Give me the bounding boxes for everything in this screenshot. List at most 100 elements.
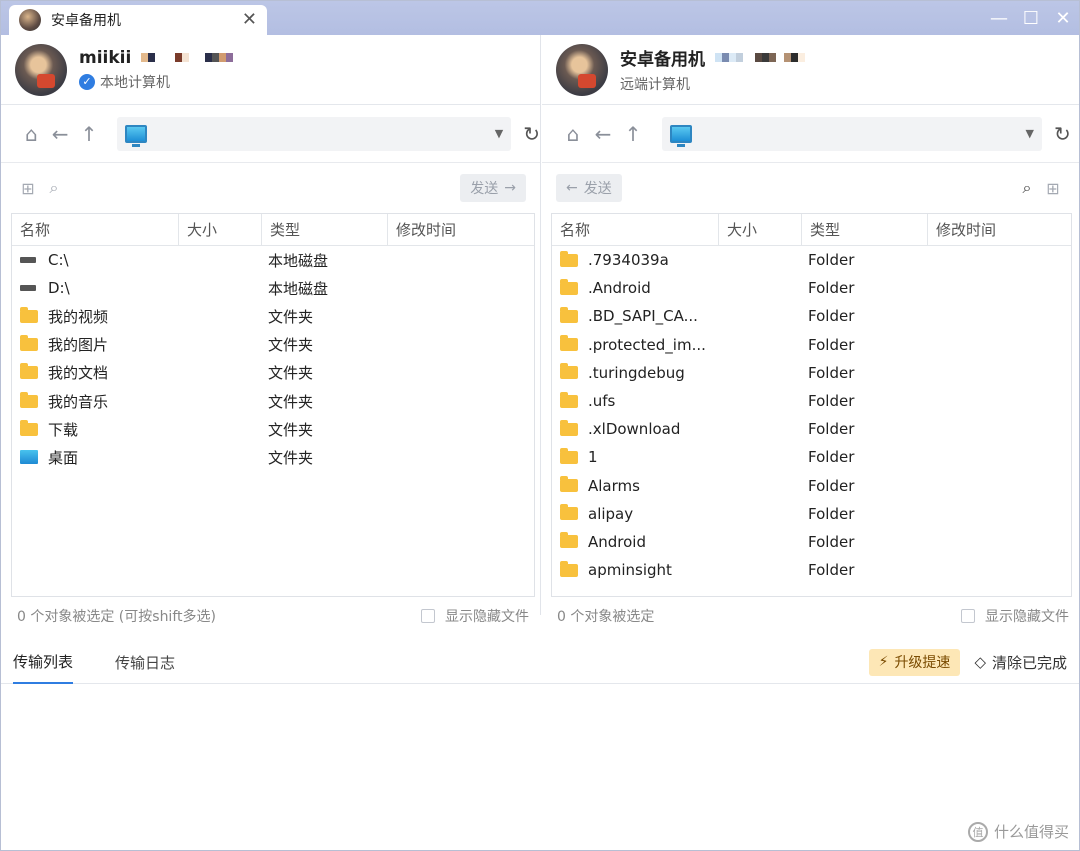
checkbox[interactable] (421, 609, 435, 623)
col-modified[interactable]: 修改时间 (388, 214, 534, 245)
file-type: Folder (808, 392, 855, 411)
send-button[interactable]: 发送 → (460, 174, 526, 202)
local-path-box[interactable]: ▼ (117, 116, 512, 151)
exit-icon[interactable]: ✕ (1047, 1, 1079, 35)
col-name[interactable]: 名称 (12, 214, 179, 245)
file-name: apminsight (588, 561, 672, 580)
table-row[interactable]: 下载 文件夹 (12, 415, 534, 443)
local-pane: miikii ✓ 本地计算机 ⌂ ← ↑ ▼ ↻ ⊞ ⌕ 发送 → 名称 大小 … (1, 35, 541, 625)
folder-icon (20, 363, 38, 380)
local-user-header: miikii ✓ 本地计算机 (1, 35, 540, 105)
table-row[interactable]: 我的图片 文件夹 (12, 331, 534, 359)
minimize-icon[interactable]: — (983, 1, 1015, 35)
table-row[interactable]: D:\ 本地磁盘 (12, 274, 534, 302)
col-size[interactable]: 大小 (179, 214, 262, 245)
table-row[interactable]: C:\ 本地磁盘 (12, 246, 534, 274)
file-type: Folder (808, 476, 855, 495)
col-type[interactable]: 类型 (262, 214, 388, 245)
home-icon[interactable]: ⌂ (558, 122, 588, 146)
table-row[interactable]: .Android Folder (552, 274, 1071, 302)
checkbox[interactable] (961, 609, 975, 623)
table-header: 名称 大小 类型 修改时间 (552, 214, 1071, 246)
window-controls: — ☐ ✕ (983, 1, 1079, 35)
remote-user-header: 安卓备用机 远端计算机 (542, 35, 1079, 105)
close-icon[interactable]: ✕ (242, 11, 257, 29)
tab-session[interactable]: 安卓备用机 ✕ (9, 5, 267, 35)
show-hidden-toggle[interactable]: 显示隐藏文件 (961, 606, 1069, 626)
table-row[interactable]: Alarms Folder (552, 472, 1071, 500)
table-row[interactable]: .7934039a Folder (552, 246, 1071, 274)
new-folder-icon[interactable]: ⊞ (15, 179, 41, 198)
search-icon[interactable]: ⌕ (41, 178, 67, 198)
cell-name: 1 (552, 447, 802, 466)
cell-name: .Android (552, 278, 802, 297)
table-row[interactable]: .xlDownload Folder (552, 415, 1071, 443)
computer-icon (670, 124, 692, 147)
send-label: 发送 (583, 181, 612, 197)
file-type: 文件夹 (268, 336, 314, 355)
table-row[interactable]: apminsight Folder (552, 556, 1071, 584)
send-label: 发送 (470, 181, 499, 197)
show-hidden-label: 显示隐藏文件 (985, 609, 1069, 625)
refresh-icon[interactable]: ↻ (1054, 122, 1071, 146)
table-row[interactable]: 我的视频 文件夹 (12, 302, 534, 330)
file-type: Folder (808, 307, 855, 326)
clear-completed-button[interactable]: ◇ 清除已完成 (974, 652, 1067, 673)
back-arrow-icon[interactable]: ← (588, 122, 618, 146)
table-row[interactable]: .ufs Folder (552, 387, 1071, 415)
table-row[interactable]: alipay Folder (552, 500, 1071, 528)
tab-transfer-list[interactable]: 传输列表 (13, 641, 74, 684)
table-row[interactable]: 我的文档 文件夹 (12, 359, 534, 387)
table-row[interactable]: Android Folder (552, 528, 1071, 556)
verified-check-icon: ✓ (79, 73, 95, 90)
file-name: .xlDownload (588, 420, 681, 439)
table-row[interactable]: 1 Folder (552, 443, 1071, 471)
remote-path-box[interactable]: ▼ (662, 116, 1042, 151)
new-folder-icon[interactable]: ⊞ (1040, 179, 1066, 198)
file-type: 本地磁盘 (268, 279, 329, 298)
table-row[interactable]: .turingdebug Folder (552, 359, 1071, 387)
col-modified[interactable]: 修改时间 (928, 214, 1071, 245)
remote-file-table: 名称 大小 类型 修改时间 .7934039a Folder .Android Fol… (551, 213, 1072, 597)
show-hidden-label: 显示隐藏文件 (445, 609, 529, 625)
maximize-icon[interactable]: ☐ (1015, 1, 1047, 35)
local-toolbar: ⊞ ⌕ 发送 → (1, 163, 540, 213)
back-arrow-icon[interactable]: ← (46, 122, 75, 146)
upgrade-button[interactable]: ⚡ 升级提速 (868, 648, 961, 676)
file-type: 文件夹 (268, 420, 314, 439)
send-back-button[interactable]: ← 发送 (556, 174, 622, 202)
col-size[interactable]: 大小 (719, 214, 802, 245)
cell-name: .xlDownload (552, 419, 802, 439)
drive-icon (20, 285, 36, 292)
file-type: 文件夹 (268, 307, 314, 326)
up-arrow-icon[interactable]: ↑ (618, 122, 648, 146)
folder-icon (560, 532, 578, 549)
cell-name: Alarms (552, 476, 802, 495)
col-type[interactable]: 类型 (802, 214, 928, 245)
table-row[interactable]: .protected_im... Folder (552, 331, 1071, 359)
file-type: Folder (808, 363, 855, 382)
refresh-icon[interactable]: ↻ (523, 122, 540, 146)
tab-transfer-log[interactable]: 传输日志 (115, 641, 175, 684)
folder-icon (20, 335, 38, 352)
file-type: Folder (808, 251, 855, 270)
search-icon[interactable]: ⌕ (1014, 178, 1040, 198)
folder-icon (560, 250, 578, 267)
file-name: D:\ (48, 279, 70, 298)
col-name[interactable]: 名称 (552, 214, 719, 245)
table-row[interactable]: .BD_SAPI_CA... Folder (552, 302, 1071, 330)
home-icon[interactable]: ⌂ (17, 122, 46, 146)
watermark-logo-icon: 值 (967, 821, 988, 842)
remote-user-name: 安卓备用机 (620, 50, 705, 70)
file-type: Folder (808, 335, 855, 354)
show-hidden-toggle[interactable]: 显示隐藏文件 (421, 606, 529, 626)
avatar (556, 43, 608, 96)
cell-name: alipay (552, 504, 802, 523)
table-row[interactable]: 桌面 文件夹 (12, 443, 534, 471)
up-arrow-icon[interactable]: ↑ (75, 122, 104, 146)
file-name: .7934039a (588, 251, 669, 270)
chevron-down-icon[interactable]: ▼ (495, 127, 503, 140)
folder-icon (20, 391, 38, 408)
chevron-down-icon[interactable]: ▼ (1026, 127, 1034, 140)
table-row[interactable]: 我的音乐 文件夹 (12, 387, 534, 415)
